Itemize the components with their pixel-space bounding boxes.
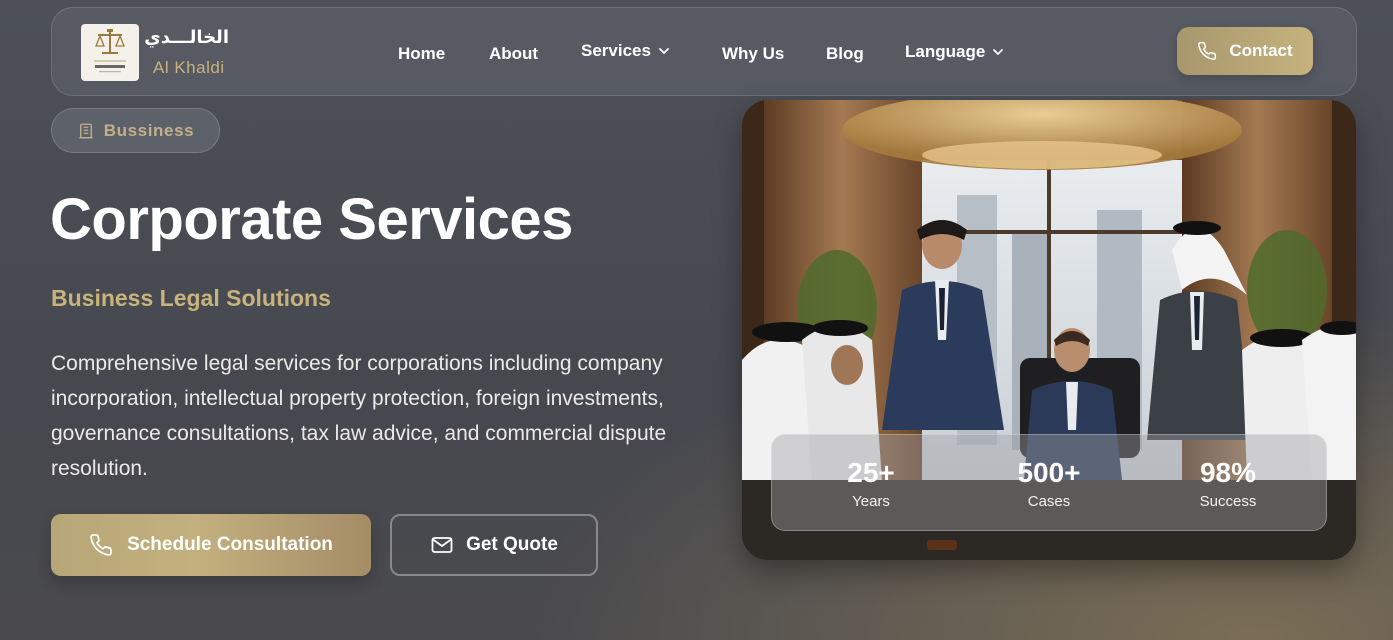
nav-about-link[interactable]: About	[489, 44, 538, 64]
nav-why-us-link[interactable]: Why Us	[722, 44, 784, 64]
contact-button-label: Contact	[1229, 41, 1293, 60]
stat-label: Success	[1199, 493, 1257, 510]
scales-of-justice-logo[interactable]	[81, 24, 139, 81]
get-quote-button[interactable]: Get Quote	[390, 514, 598, 576]
chevron-down-icon	[659, 48, 669, 54]
nav-about-label: About	[489, 44, 539, 63]
stat-years: 25+ Years	[796, 457, 946, 510]
nav-home-label: Home	[398, 44, 446, 63]
stat-label: Cases	[1027, 493, 1071, 510]
schedule-consultation-label: Schedule Consultation	[127, 534, 333, 555]
nav-language-dropdown[interactable]: Language	[905, 42, 1005, 62]
phone-icon	[90, 534, 112, 556]
stat-value: 98%	[1199, 457, 1257, 488]
contact-button[interactable]: Contact	[1177, 27, 1313, 75]
nav-blog-label: Blog	[826, 44, 864, 63]
nav-language-label: Language	[905, 42, 986, 61]
stat-value: 500+	[1017, 457, 1081, 488]
nav-home-link[interactable]: Home	[398, 44, 445, 64]
page-description: Comprehensive legal services for corpora…	[51, 352, 667, 480]
stat-value: 25+	[847, 457, 895, 488]
navbar: الخالـــدي Al Khaldi Home About Services…	[51, 7, 1357, 96]
page-subtitle: Business Legal Solutions	[51, 285, 331, 311]
get-quote-label: Get Quote	[466, 534, 558, 555]
stat-success: 98% Success	[1153, 457, 1303, 510]
stat-label: Years	[852, 493, 890, 510]
nav-services-label: Services	[581, 41, 651, 60]
nav-services-dropdown[interactable]: Services	[581, 41, 671, 61]
chevron-down-icon	[993, 49, 1004, 55]
category-badge: Bussiness	[51, 108, 220, 153]
mail-icon	[431, 537, 453, 553]
phone-icon	[1198, 41, 1217, 60]
nav-why-us-label: Why Us	[722, 44, 785, 63]
brand-name-arabic: الخالـــدي	[144, 27, 229, 48]
category-badge-label: Bussiness	[103, 120, 195, 140]
schedule-consultation-button[interactable]: Schedule Consultation	[51, 514, 371, 576]
building-icon	[79, 123, 93, 138]
stats-panel: 25+ Years 500+ Cases 98% Success	[771, 434, 1327, 531]
nav-blog-link[interactable]: Blog	[826, 44, 864, 64]
stat-cases: 500+ Cases	[974, 457, 1124, 510]
page-title: Corporate Services	[50, 187, 573, 252]
brand-name-english: Al Khaldi	[153, 58, 225, 77]
